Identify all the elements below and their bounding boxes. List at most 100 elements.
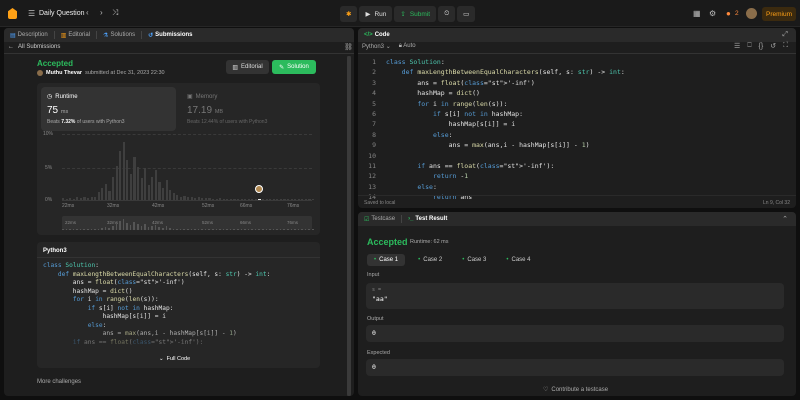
all-submissions-link[interactable]: ← All Submissions	[8, 44, 60, 50]
editor-line[interactable]: 2 def maxLengthBetweenEqualCharacters(se…	[362, 67, 625, 77]
distribution-bar[interactable]	[179, 196, 183, 200]
link-icon[interactable]: ⛓	[344, 43, 353, 51]
avatar[interactable]	[746, 8, 757, 19]
distribution-bar[interactable]	[251, 198, 254, 200]
contribute-testcase-link[interactable]: ♡ Contribute a testcase	[543, 386, 608, 394]
distribution-bar[interactable]	[162, 188, 165, 200]
distribution-bar[interactable]	[201, 198, 204, 200]
tab-solutions[interactable]: ⚗ Solutions	[103, 32, 135, 39]
editor-line[interactable]: 13 else:	[362, 182, 625, 192]
collapse-icon[interactable]: ⌃	[782, 215, 788, 223]
distribution-bar[interactable]	[165, 180, 168, 200]
tab-editorial[interactable]: ▥ Editorial	[61, 32, 90, 39]
distribution-bar[interactable]	[279, 198, 283, 200]
tab-test-result[interactable]: ›_ Test Result	[408, 216, 447, 222]
distribution-bar[interactable]	[169, 190, 172, 200]
user-name[interactable]: Muthu Thevar	[46, 70, 82, 76]
distribution-bar[interactable]	[119, 150, 122, 200]
debug-button[interactable]: ✱	[340, 6, 358, 22]
shuffle-icon[interactable]: ⤨	[112, 8, 118, 18]
distribution-bar[interactable]	[97, 192, 100, 200]
code-editor[interactable]: 1 class Solution: 2 def maxLengthBetweenEq…	[362, 57, 625, 203]
auto-toggle[interactable]: 🔒︎ Auto	[399, 43, 416, 50]
distribution-bar[interactable]	[244, 198, 247, 200]
distribution-bar[interactable]	[65, 198, 68, 200]
problem-list-title[interactable]: Daily Question	[39, 10, 85, 17]
my-submission-marker[interactable]	[255, 185, 264, 193]
distribution-bar[interactable]	[287, 198, 290, 200]
distribution-bar[interactable]	[154, 170, 158, 200]
distribution-bar[interactable]	[190, 196, 193, 200]
editor-line[interactable]: 12 return -1	[362, 171, 625, 181]
range-slider[interactable]: 22ms 32ms 42ms 52ms 66ms 76ms	[62, 216, 314, 230]
case-tab-4[interactable]: • Case 4	[499, 254, 537, 266]
gear-icon[interactable]: ⚙	[709, 9, 716, 18]
distribution-bar[interactable]	[76, 197, 79, 200]
distribution-bar[interactable]	[290, 198, 293, 200]
distribution-bar[interactable]	[79, 198, 83, 200]
editor-line[interactable]: 8 else:	[362, 130, 625, 140]
solution-button[interactable]: ✎ Solution	[272, 60, 316, 74]
tab-testcase[interactable]: ☑ Testcase	[364, 216, 395, 223]
distribution-bar[interactable]	[115, 165, 118, 200]
distribution-bar[interactable]	[183, 196, 186, 200]
submit-button[interactable]: ⇪ Submit	[394, 6, 437, 22]
timer-button[interactable]: ⏲	[438, 6, 456, 22]
distribution-bar[interactable]	[237, 198, 240, 200]
leetcode-logo[interactable]	[8, 8, 17, 19]
scrollbar-thumb[interactable]	[347, 56, 351, 396]
editor-line[interactable]: 10	[362, 151, 625, 161]
distribution-bar[interactable]	[158, 181, 161, 200]
distribution-bar[interactable]	[101, 188, 104, 200]
distribution-bar[interactable]	[301, 198, 304, 200]
distribution-bar[interactable]	[212, 198, 215, 200]
distribution-bar[interactable]	[208, 198, 211, 200]
distribution-bar[interactable]	[215, 198, 218, 200]
expand-icon[interactable]: ⤢	[782, 31, 788, 39]
case-tab-1[interactable]: • Case 1	[367, 254, 406, 266]
distribution-bar[interactable]	[283, 198, 286, 200]
tab-submissions[interactable]: ↺ Submissions	[148, 32, 192, 39]
layout-icon[interactable]: ▦	[693, 9, 701, 18]
distribution-bar[interactable]	[147, 185, 150, 200]
editor-line[interactable]: 7 hashMap[s[i]] = i	[362, 119, 625, 129]
distribution-bar[interactable]	[87, 198, 90, 200]
distribution-bar[interactable]	[108, 190, 111, 200]
memory-box[interactable]: ▣ Memory 17.19 MB Beats 12.44% of users w…	[181, 87, 316, 131]
distribution-bar[interactable]	[297, 198, 300, 200]
editor-line[interactable]: 11 if ans == float(class="st">'-inf'):	[362, 161, 625, 171]
distribution-bar[interactable]	[187, 197, 190, 200]
distribution-bar[interactable]	[62, 198, 65, 200]
distribution-bar[interactable]	[308, 198, 311, 200]
distribution-bar[interactable]	[226, 198, 229, 200]
distribution-bar[interactable]	[269, 198, 272, 200]
editorial-button[interactable]: ▥ Editorial	[226, 60, 269, 74]
list-icon[interactable]: ☰	[28, 9, 35, 18]
distribution-bar[interactable]	[112, 176, 115, 200]
premium-button[interactable]: Premium	[762, 7, 796, 21]
distribution-bar[interactable]	[172, 193, 175, 200]
distribution-bar[interactable]	[229, 198, 233, 200]
distribution-bar[interactable]	[122, 141, 125, 200]
editor-line[interactable]: 1 class Solution:	[362, 57, 625, 67]
distribution-bar[interactable]	[276, 198, 279, 200]
distribution-bar[interactable]	[219, 198, 222, 200]
user-avatar[interactable]	[37, 70, 43, 76]
distribution-bar[interactable]	[144, 168, 147, 200]
scrollbar[interactable]	[347, 56, 351, 396]
distribution-bar[interactable]	[151, 176, 154, 200]
distribution-bar[interactable]	[294, 198, 297, 200]
distribution-bar[interactable]	[197, 197, 200, 200]
distribution-bar[interactable]	[312, 198, 315, 200]
case-tab-2[interactable]: • Case 2	[411, 254, 449, 266]
distribution-bar[interactable]	[247, 198, 250, 200]
notes-button[interactable]: ▭	[457, 6, 476, 22]
settings-icon[interactable]: ⛶	[783, 42, 788, 50]
distribution-bar[interactable]	[126, 160, 129, 200]
distribution-bar[interactable]	[72, 198, 75, 200]
run-button[interactable]: ▶ Run	[359, 6, 393, 22]
bookmark-icon[interactable]: ⎕	[747, 42, 751, 50]
distribution-bar[interactable]	[69, 198, 72, 200]
distribution-bar[interactable]	[133, 157, 136, 200]
runtime-distribution-chart[interactable]	[62, 134, 315, 201]
